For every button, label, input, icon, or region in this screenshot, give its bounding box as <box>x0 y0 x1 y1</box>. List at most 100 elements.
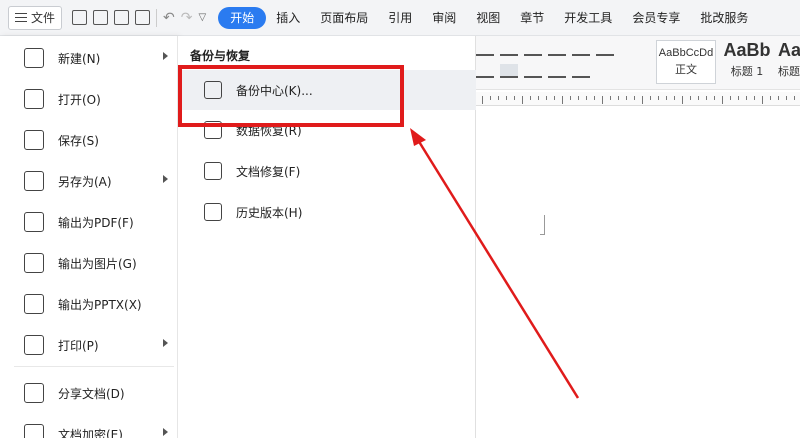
style-heading-1[interactable]: AaBb 标题 1 <box>719 40 775 84</box>
paragraph-tools-row-1 <box>476 42 614 56</box>
file-menu-item-1[interactable]: 打开(O) <box>0 79 178 119</box>
style-normal[interactable]: AaBbCcDd 正文 <box>656 40 716 84</box>
ruler-tick <box>738 96 739 100</box>
ruler-tick <box>754 96 755 100</box>
file-menu-item-2[interactable]: 保存(S) <box>0 120 178 160</box>
shading-icon[interactable] <box>548 64 566 78</box>
tab-3[interactable]: 引用 <box>378 0 422 36</box>
folder-open-icon <box>24 89 44 109</box>
file-menu-item-label: 输出为PPTX(X) <box>58 297 142 312</box>
hamburger-icon <box>15 13 27 22</box>
file-menu-item-6[interactable]: 输出为PPTX(X) <box>0 284 178 324</box>
ruler-tick <box>706 96 707 100</box>
tab-1[interactable]: 插入 <box>266 0 310 36</box>
borders-icon[interactable] <box>572 64 590 78</box>
ruler-tick <box>770 96 771 100</box>
doc-repair-icon <box>204 162 222 180</box>
pdf-icon <box>24 212 44 232</box>
ruler-tick <box>674 96 675 100</box>
submenu-item-3[interactable]: 历史版本(H) <box>178 192 476 232</box>
redo-icon[interactable]: ↷ <box>181 10 193 26</box>
ruler-tick <box>778 96 779 100</box>
ruler-tick <box>506 96 507 100</box>
submenu-title: 备份与恢复 <box>190 49 251 63</box>
submenu-item-2[interactable]: 文档修复(F) <box>178 151 476 191</box>
quick-access-toolbar: ↶ ↷ ▽ <box>72 8 206 27</box>
file-menu-item-9[interactable]: 文档加密(E) <box>0 414 178 438</box>
align-justify-icon[interactable] <box>500 64 518 78</box>
file-menu-item-5[interactable]: 输出为图片(G) <box>0 243 178 283</box>
ruler-tick <box>594 96 595 100</box>
style-heading-2[interactable]: AaE 标题 <box>778 40 800 84</box>
print-icon <box>24 335 44 355</box>
menu-divider <box>14 366 174 367</box>
line-break-icon[interactable] <box>572 42 590 56</box>
ruler-tick <box>730 96 731 100</box>
align-left-icon[interactable] <box>476 64 494 78</box>
ruler-tick <box>578 96 579 100</box>
ruler-tick <box>530 96 531 100</box>
ruler-tick <box>618 96 619 100</box>
file-menu-button[interactable]: 文件 <box>8 5 63 30</box>
ruler-tick <box>634 96 635 100</box>
ruler-tick <box>746 96 747 100</box>
ruler-tick <box>602 96 603 104</box>
tab-2[interactable]: 页面布局 <box>310 0 378 36</box>
file-menu-item-4[interactable]: 输出为PDF(F) <box>0 202 178 242</box>
margin-corner-mark <box>540 215 545 235</box>
ruler-tick <box>570 96 571 100</box>
print-icon[interactable] <box>114 10 130 25</box>
border-dots-icon[interactable] <box>596 42 614 56</box>
customize-dropdown-icon[interactable]: ▽ <box>198 12 206 23</box>
image-icon <box>24 253 44 273</box>
ruler-tick <box>794 96 795 100</box>
save-icon[interactable] <box>72 10 88 25</box>
indent-icon[interactable] <box>524 42 542 56</box>
chevron-right-icon <box>163 175 168 183</box>
tab-4[interactable]: 审阅 <box>422 0 466 36</box>
list-bullets-icon[interactable] <box>476 42 494 56</box>
top-ribbon-bar: 文件 ↶ ↷ ▽ 开始 插入 页面布局 引用 审阅 视图 章节 开发工具 会员专享 批改服务 <box>0 0 800 36</box>
file-menu-item-8[interactable]: 分享文档(D) <box>0 373 178 413</box>
ruler-tick <box>682 96 683 104</box>
file-menu-item-label: 新建(N) <box>58 51 101 66</box>
tab-6[interactable]: 章节 <box>510 0 554 36</box>
ruler-tick <box>690 96 691 100</box>
file-menu-item-0[interactable]: 新建(N) <box>0 38 178 78</box>
file-menu-item-label: 文档加密(E) <box>58 427 123 438</box>
submenu-item-label: 历史版本(H) <box>236 205 303 220</box>
sort-icon[interactable] <box>548 42 566 56</box>
file-menu-item-label: 打开(O) <box>58 92 101 107</box>
highlight-box <box>178 65 404 127</box>
ribbon-tabs: 开始 插入 页面布局 引用 审阅 视图 章节 开发工具 会员专享 批改服务 <box>218 0 758 36</box>
preview-icon[interactable] <box>135 10 151 25</box>
chevron-right-icon <box>163 339 168 347</box>
ruler-tick <box>722 96 723 104</box>
file-menu-item-label: 另存为(A) <box>58 174 112 189</box>
export-icon[interactable] <box>93 10 109 25</box>
document-page[interactable] <box>476 107 800 438</box>
ruler-tick <box>658 96 659 100</box>
submenu-item-label: 文档修复(F) <box>236 164 301 179</box>
file-menu-item-3[interactable]: 另存为(A) <box>0 161 178 201</box>
tab-0[interactable]: 开始 <box>218 6 267 29</box>
ruler-tick <box>610 96 611 100</box>
tab-9[interactable]: 批改服务 <box>690 0 758 36</box>
share-icon <box>24 383 44 403</box>
list-numbers-icon[interactable] <box>500 42 518 56</box>
ruler-tick <box>562 96 563 104</box>
ruler-tick <box>650 96 651 100</box>
horizontal-ruler[interactable] <box>476 92 800 106</box>
file-menu-item-label: 打印(P) <box>58 338 99 353</box>
tab-7[interactable]: 开发工具 <box>554 0 622 36</box>
undo-icon[interactable]: ↶ <box>163 10 175 26</box>
paragraph-tools-row-2 <box>476 64 590 78</box>
tab-5[interactable]: 视图 <box>466 0 510 36</box>
ruler-tick <box>786 96 787 100</box>
tab-8[interactable]: 会员专享 <box>622 0 690 36</box>
line-spacing-icon[interactable] <box>524 64 542 78</box>
ruler-tick <box>698 96 699 100</box>
file-menu-item-7[interactable]: 打印(P) <box>0 325 178 365</box>
file-menu-item-label: 分享文档(D) <box>58 386 125 401</box>
pptx-icon <box>24 294 44 314</box>
